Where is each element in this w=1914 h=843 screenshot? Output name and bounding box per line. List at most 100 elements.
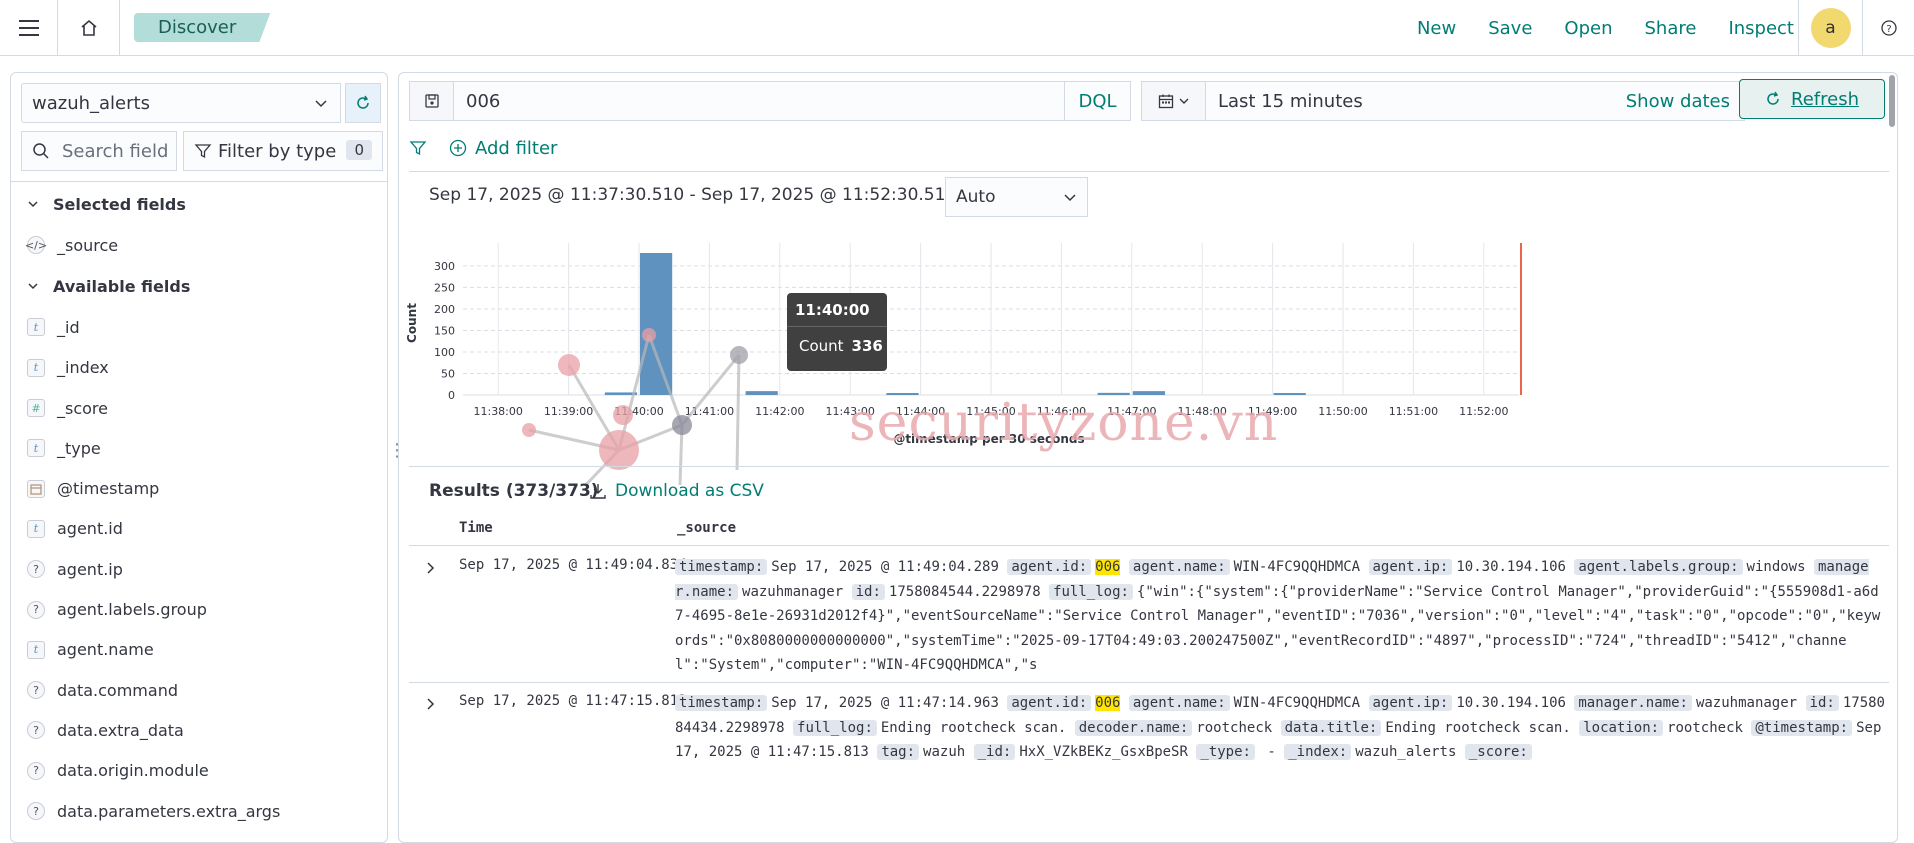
open-button[interactable]: Open bbox=[1564, 18, 1612, 39]
top-navigation-bar: Discover New Save Open Share Inspect a ? bbox=[0, 0, 1914, 56]
field-name: data.origin.module bbox=[57, 761, 209, 781]
filter-by-type-button[interactable]: Filter by type 0 bbox=[183, 131, 383, 171]
field-value: Ending rootcheck scan. bbox=[1385, 719, 1571, 736]
field-item-agent-labels-group[interactable]: ? agent.labels.group bbox=[11, 589, 381, 629]
field-value: Sep 17, 2025 @ 11:49:04.289 bbox=[771, 559, 999, 575]
tooltip-label: Count bbox=[799, 337, 844, 355]
quick-menu-button[interactable] bbox=[1142, 82, 1206, 120]
histogram-bar bbox=[1273, 393, 1306, 395]
field-key: _id: bbox=[973, 744, 1016, 761]
index-pattern-select[interactable]: wazuh_alerts bbox=[21, 83, 341, 123]
field-key: agent.ip: bbox=[1368, 695, 1453, 711]
field-key: agent.id: bbox=[1007, 695, 1092, 711]
field-key: agent.name: bbox=[1128, 695, 1230, 711]
new-button[interactable]: New bbox=[1417, 18, 1456, 39]
field-item-agent-id[interactable]: t agent.id bbox=[11, 509, 381, 549]
field-value: HxX_VZkBEKz_GsxBpeSR bbox=[1019, 744, 1188, 761]
y-tick-label: 300 bbox=[434, 260, 455, 273]
main-scrollbar[interactable] bbox=[1889, 75, 1895, 127]
avatar[interactable]: a bbox=[1810, 8, 1851, 48]
refresh-index-button[interactable] bbox=[345, 83, 381, 123]
download-csv-button[interactable]: Download as CSV bbox=[589, 481, 764, 501]
selected-fields-toggle[interactable]: Selected fields bbox=[11, 183, 381, 225]
home-button[interactable] bbox=[58, 0, 120, 56]
menu-button[interactable] bbox=[0, 0, 58, 56]
unknown-type-icon: ? bbox=[27, 560, 45, 579]
watermark-logo bbox=[522, 328, 748, 485]
interval-select[interactable]: Auto bbox=[945, 177, 1088, 217]
y-tick-label: 200 bbox=[434, 303, 455, 316]
available-fields-toggle[interactable]: Available fields bbox=[11, 265, 381, 307]
field-key: _score: bbox=[1464, 744, 1532, 761]
divider bbox=[409, 171, 1889, 172]
filter-icon[interactable] bbox=[409, 139, 427, 157]
y-tick-label: 100 bbox=[434, 346, 455, 359]
search-icon bbox=[33, 143, 49, 159]
date-type-icon bbox=[27, 479, 45, 498]
save-icon bbox=[424, 94, 439, 108]
field-item-agent-name[interactable]: t agent.name bbox=[11, 630, 381, 670]
field-item-type[interactable]: t _type bbox=[11, 428, 381, 468]
share-button[interactable]: Share bbox=[1644, 18, 1696, 39]
expand-row-icon[interactable] bbox=[423, 561, 437, 575]
field-item-id[interactable]: t _id bbox=[11, 307, 381, 347]
field-item-data-origin-module[interactable]: ? data.origin.module bbox=[11, 751, 381, 791]
field-value: Ending rootcheck scan. bbox=[880, 719, 1067, 736]
watermark-text: securityzone.vn bbox=[849, 393, 1279, 453]
sidebar-resize-handle[interactable]: ⋮ bbox=[388, 440, 406, 470]
field-key: agent.ip: bbox=[1368, 559, 1453, 575]
add-filter-button[interactable]: Add filter bbox=[449, 138, 557, 159]
tooltip-title: 11:40:00 bbox=[787, 293, 887, 327]
show-dates-link[interactable]: Show dates bbox=[1626, 91, 1744, 112]
search-field-input[interactable]: Search field bbox=[21, 131, 177, 171]
time-range-text[interactable]: Last 15 minutes bbox=[1206, 91, 1626, 112]
save-button[interactable]: Save bbox=[1488, 18, 1532, 39]
field-item-index[interactable]: t _index bbox=[11, 348, 381, 388]
refresh-button[interactable]: Refresh bbox=[1739, 79, 1885, 119]
field-item-timestamp[interactable]: @timestamp bbox=[11, 468, 381, 508]
field-item-agent-ip[interactable]: ? agent.ip bbox=[11, 549, 381, 589]
field-value: rootcheck bbox=[1667, 719, 1743, 736]
saved-query-button[interactable] bbox=[410, 82, 454, 120]
column-header-source[interactable]: _source bbox=[677, 520, 736, 536]
inspect-button[interactable]: Inspect bbox=[1728, 18, 1794, 39]
user-menu[interactable]: a bbox=[1798, 0, 1862, 56]
x-tick-label: 11:52:00 bbox=[1459, 405, 1508, 418]
field-key: data.title: bbox=[1280, 719, 1382, 736]
field-item-data-command[interactable]: ? data.command bbox=[11, 670, 381, 710]
field-key: decoder.name: bbox=[1074, 719, 1193, 736]
filter-count-badge: 0 bbox=[346, 140, 372, 160]
field-value: wazuh bbox=[923, 744, 966, 761]
help-button[interactable]: ? bbox=[1862, 0, 1914, 56]
home-icon bbox=[80, 19, 97, 36]
field-key: agent.id: bbox=[1007, 559, 1092, 575]
y-tick-label: 0 bbox=[448, 389, 455, 402]
column-header-time[interactable]: Time bbox=[459, 520, 493, 536]
results-count: Results (373/373) bbox=[429, 481, 599, 501]
divider bbox=[409, 466, 1889, 467]
row-source: timestamp: Sep 17, 2025 @ 11:47:14.963 ag… bbox=[675, 691, 1885, 765]
available-fields-heading: Available fields bbox=[53, 276, 191, 296]
expand-row-icon[interactable] bbox=[423, 697, 437, 711]
row-time: Sep 17, 2025 @ 11:49:04.834 bbox=[459, 557, 687, 573]
field-value: wazuh_alerts bbox=[1355, 744, 1457, 761]
table-row: Sep 17, 2025 @ 11:49:04.834 timestamp: Se… bbox=[409, 547, 1889, 683]
field-value: 006 bbox=[1095, 559, 1121, 575]
unknown-type-icon: ? bbox=[27, 802, 45, 820]
query-input[interactable]: 006 bbox=[454, 91, 1064, 112]
hamburger-icon bbox=[18, 19, 39, 36]
breadcrumb-discover[interactable]: Discover bbox=[134, 13, 271, 42]
field-item-source[interactable]: </> _source bbox=[11, 225, 381, 265]
field-name: agent.ip bbox=[57, 559, 123, 579]
query-language-button[interactable]: DQL bbox=[1064, 82, 1130, 120]
field-item-score[interactable]: # _score bbox=[11, 388, 381, 428]
chevron-down-icon bbox=[1179, 98, 1188, 104]
field-key: _type: bbox=[1196, 744, 1255, 761]
field-name: @timestamp bbox=[57, 479, 160, 499]
field-item-data-extra-data[interactable]: ? data.extra_data bbox=[11, 710, 381, 750]
field-item-data-parameters-extra-args[interactable]: ? data.parameters.extra_args bbox=[11, 791, 381, 831]
field-name: _index bbox=[57, 358, 109, 378]
field-value: 10.30.194.106 bbox=[1456, 695, 1566, 711]
y-tick-label: 50 bbox=[441, 367, 455, 380]
download-icon bbox=[590, 484, 606, 499]
